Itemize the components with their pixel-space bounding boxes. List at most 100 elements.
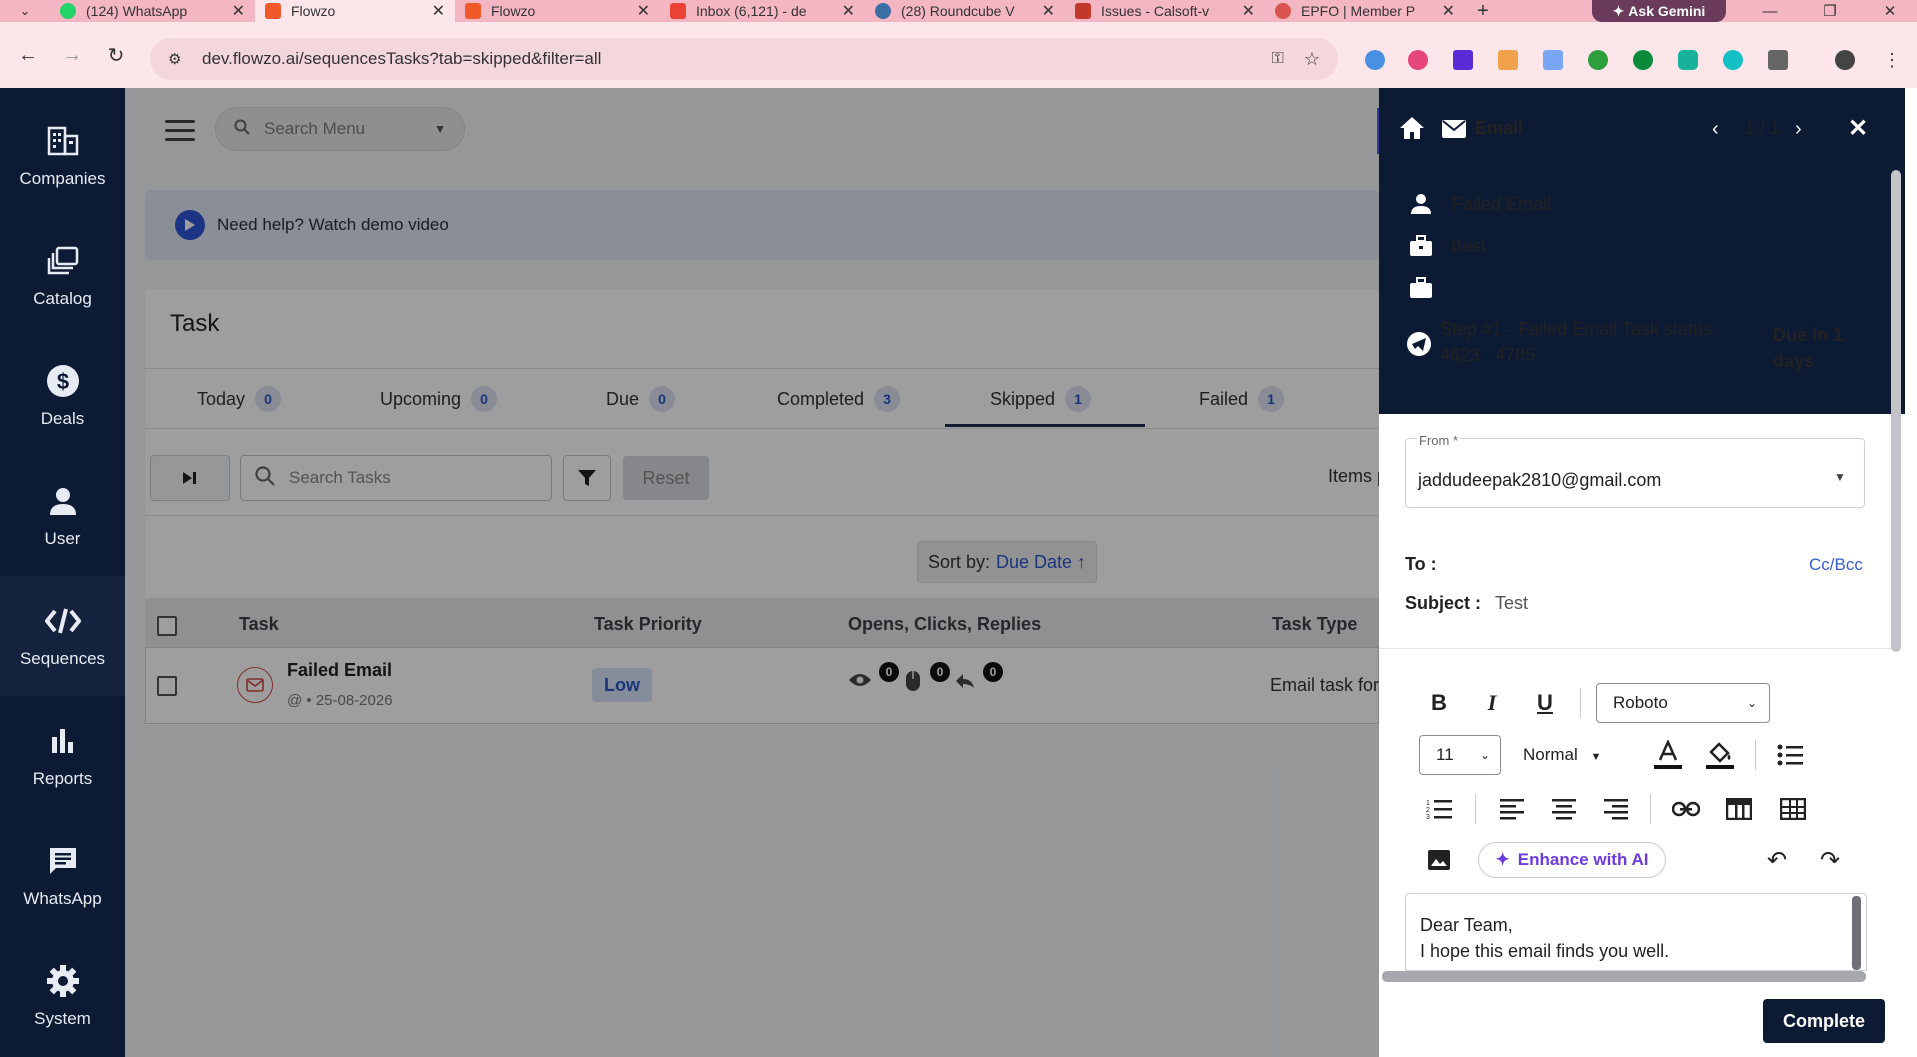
- minimize-icon[interactable]: —: [1740, 0, 1800, 22]
- column-header-task-type[interactable]: Task Type: [1272, 614, 1357, 635]
- close-tab-icon[interactable]: ✕: [1042, 1, 1055, 21]
- hamburger-menu-icon[interactable]: [165, 120, 195, 142]
- column-header-priority[interactable]: Task Priority: [594, 614, 702, 635]
- ask-gemini-button[interactable]: ✦ Ask Gemini: [1592, 0, 1726, 22]
- numbered-list-icon[interactable]: 123: [1421, 791, 1457, 827]
- link-icon[interactable]: [1668, 791, 1704, 827]
- row-checkbox[interactable]: [157, 676, 177, 696]
- tab-today[interactable]: Today 0: [197, 370, 282, 428]
- align-center-icon[interactable]: [1546, 791, 1582, 827]
- bookmark-star-icon[interactable]: ☆: [1304, 49, 1320, 70]
- restore-icon[interactable]: ❐: [1800, 0, 1860, 22]
- extension-icon-4[interactable]: [1498, 50, 1518, 70]
- help-banner[interactable]: Need help? Watch demo video: [145, 190, 1379, 260]
- extension-icon-3[interactable]: [1453, 50, 1473, 70]
- table-icon[interactable]: [1721, 791, 1757, 827]
- font-size-select[interactable]: 11 ⌄: [1419, 735, 1501, 775]
- reload-icon[interactable]: ↻: [94, 43, 138, 68]
- search-menu-input[interactable]: Search Menu ▼: [215, 107, 465, 151]
- tab-search-chevron-icon[interactable]: ⌄: [0, 0, 50, 22]
- close-drawer-icon[interactable]: ✕: [1848, 114, 1868, 143]
- paragraph-style-select[interactable]: Normal ▼: [1523, 745, 1601, 765]
- password-key-icon[interactable]: ⚿: [1272, 50, 1284, 68]
- browser-tab-roundcube[interactable]: (28) Roundcube V ✕: [865, 0, 1065, 22]
- help-text[interactable]: Need help? Watch demo video: [217, 215, 449, 235]
- site-info-icon[interactable]: ⚙: [168, 50, 186, 68]
- url-bar[interactable]: ⚙ dev.flowzo.ai/sequencesTasks?tab=skipp…: [150, 38, 1338, 80]
- tab-completed[interactable]: Completed 3: [777, 370, 901, 428]
- play-icon[interactable]: [175, 210, 205, 240]
- browser-tab-epfo[interactable]: EPFO | Member P ✕: [1265, 0, 1465, 22]
- sidebar-item-whatsapp[interactable]: WhatsApp: [0, 816, 125, 936]
- complete-button[interactable]: Complete: [1763, 999, 1885, 1043]
- sort-by-control[interactable]: Sort by: Due Date ↑: [917, 541, 1097, 583]
- text-color-icon[interactable]: [1650, 737, 1686, 773]
- editor-scrollbar-horizontal[interactable]: [1382, 971, 1866, 982]
- sidebar-item-sequences[interactable]: Sequences: [0, 576, 125, 696]
- align-left-icon[interactable]: [1494, 791, 1530, 827]
- sidebar-item-system[interactable]: System: [0, 936, 125, 1056]
- sidebar-item-reports[interactable]: Reports: [0, 696, 125, 816]
- enhance-with-ai-button[interactable]: ✦ Enhance with AI: [1478, 842, 1666, 878]
- browser-tab-issues[interactable]: Issues - Calsoft-v ✕: [1065, 0, 1265, 22]
- search-tasks-input[interactable]: Search Tasks: [240, 455, 552, 501]
- column-header-task[interactable]: Task: [239, 614, 279, 635]
- chevron-down-icon[interactable]: ▼: [1834, 470, 1846, 484]
- extension-icon-2[interactable]: [1408, 50, 1428, 70]
- close-tab-icon[interactable]: ✕: [1242, 1, 1255, 21]
- sidebar-item-companies[interactable]: Companies: [0, 96, 125, 216]
- profile-avatar[interactable]: [1835, 50, 1855, 70]
- image-icon[interactable]: [1421, 842, 1457, 878]
- chevron-right-icon[interactable]: ›: [1795, 118, 1802, 141]
- skip-to-end-button[interactable]: [150, 455, 230, 501]
- font-family-select[interactable]: Roboto ⌄: [1596, 683, 1770, 723]
- tab-skipped[interactable]: Skipped 1: [990, 370, 1092, 428]
- extension-icon-8[interactable]: [1678, 50, 1698, 70]
- tab-failed[interactable]: Failed 1: [1199, 370, 1285, 428]
- tab-due[interactable]: Due 0: [606, 370, 676, 428]
- bullet-list-icon[interactable]: [1772, 737, 1808, 773]
- bold-icon[interactable]: B: [1421, 685, 1457, 721]
- back-icon[interactable]: ←: [6, 44, 50, 67]
- close-window-icon[interactable]: ✕: [1860, 0, 1917, 22]
- column-header-engagement[interactable]: Opens, Clicks, Replies: [848, 614, 1041, 635]
- drawer-company-name[interactable]: ttest: [1452, 236, 1486, 257]
- subject-input[interactable]: Test: [1495, 593, 1528, 614]
- close-tab-icon[interactable]: ✕: [232, 1, 245, 21]
- align-right-icon[interactable]: [1598, 791, 1634, 827]
- close-tab-icon[interactable]: ✕: [432, 1, 445, 21]
- new-tab-icon[interactable]: +: [1465, 0, 1501, 23]
- browser-menu-icon[interactable]: ⋮: [1882, 50, 1902, 70]
- sidebar-item-catalog[interactable]: Catalog: [0, 216, 125, 336]
- close-tab-icon[interactable]: ✕: [842, 1, 855, 21]
- undo-icon[interactable]: ↶: [1759, 842, 1795, 878]
- extension-icon-7[interactable]: [1633, 50, 1653, 70]
- forward-icon[interactable]: →: [50, 44, 94, 67]
- underline-icon[interactable]: U: [1527, 685, 1563, 721]
- task-row-name[interactable]: Failed Email: [287, 660, 392, 681]
- browser-tab-gmail[interactable]: Inbox (6,121) - de ✕: [660, 0, 865, 22]
- table-grid-icon[interactable]: [1775, 791, 1811, 827]
- close-tab-icon[interactable]: ✕: [637, 1, 650, 21]
- browser-tab-whatsapp[interactable]: (124) WhatsApp ✕: [50, 0, 255, 22]
- extension-icon-6[interactable]: [1588, 50, 1608, 70]
- italic-icon[interactable]: I: [1474, 685, 1510, 721]
- browser-tab-flowzo[interactable]: Flowzo ✕: [455, 0, 660, 22]
- extension-icon-1[interactable]: [1365, 50, 1385, 70]
- extension-icon-5[interactable]: [1543, 50, 1563, 70]
- extensions-puzzle-icon[interactable]: [1768, 50, 1788, 70]
- drawer-contact-name[interactable]: Failed Email: [1452, 194, 1551, 215]
- sort-by-value[interactable]: Due Date ↑: [996, 552, 1086, 573]
- from-value[interactable]: jaddudeepak2810@gmail.com: [1418, 470, 1661, 491]
- editor-scrollbar-vertical[interactable]: [1852, 896, 1861, 970]
- extension-icon-9[interactable]: [1723, 50, 1743, 70]
- reset-button[interactable]: Reset: [623, 456, 709, 500]
- tab-upcoming[interactable]: Upcoming 0: [380, 370, 498, 428]
- sidebar-item-user[interactable]: User: [0, 456, 125, 576]
- filter-button[interactable]: [563, 455, 611, 501]
- close-tab-icon[interactable]: ✕: [1442, 1, 1455, 21]
- home-icon[interactable]: [1399, 116, 1425, 145]
- cc-bcc-link[interactable]: Cc/Bcc: [1809, 555, 1863, 575]
- redo-icon[interactable]: ↷: [1812, 842, 1848, 878]
- select-all-checkbox[interactable]: [157, 616, 177, 636]
